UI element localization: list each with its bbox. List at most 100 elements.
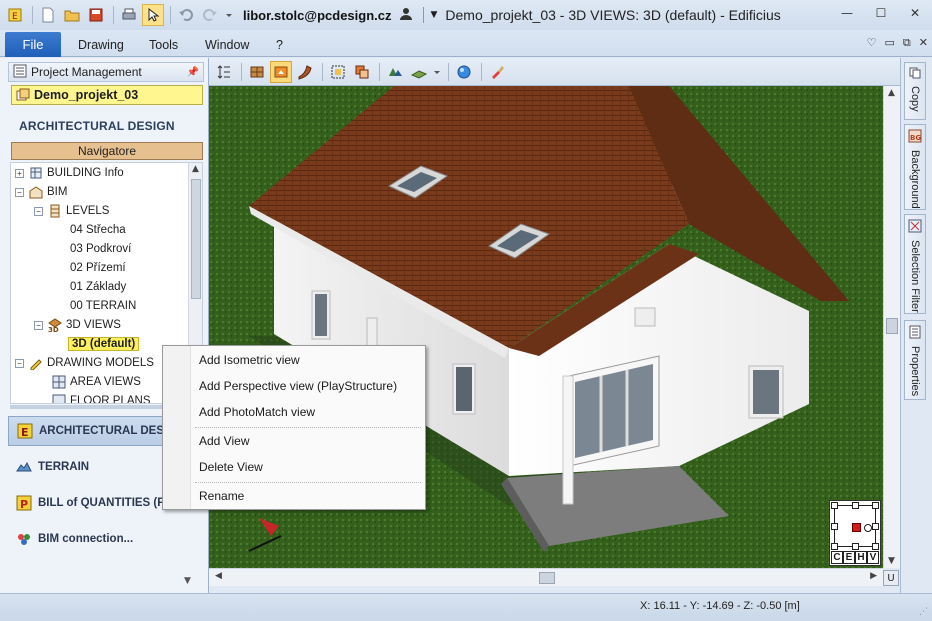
tree-item-floor-plans[interactable]: FLOOR PLANS	[51, 392, 151, 403]
tree-item-level[interactable]: 01 Základy	[70, 278, 126, 296]
menu-tools[interactable]: Tools	[149, 38, 178, 52]
horizontal-scroll-thumb[interactable]	[539, 572, 555, 584]
scroll-right-icon[interactable]: ▶	[870, 571, 877, 581]
menu-bar: File Drawing Tools Window ? ♡ ▭ ⧉ ✕	[0, 30, 932, 57]
undo-icon[interactable]	[175, 4, 197, 26]
tree-item-level[interactable]: 03 Podkroví	[70, 240, 131, 258]
menu-add-photomatch-view[interactable]: Add PhotoMatch view	[199, 405, 315, 419]
view-cube-handle[interactable]	[852, 543, 859, 550]
tree-scroll-thumb[interactable]	[191, 179, 201, 299]
app-icon[interactable]: E	[4, 4, 26, 26]
close-icon[interactable]: ✕	[898, 0, 932, 26]
section-box-icon[interactable]	[351, 61, 373, 83]
tab-copy[interactable]: Copy	[904, 62, 926, 120]
file-menu[interactable]: File	[5, 32, 61, 57]
menu-add-view[interactable]: Add View	[199, 434, 249, 448]
resize-grip-icon[interactable]: ⋰	[919, 607, 928, 617]
save-icon[interactable]	[85, 4, 107, 26]
tree-item-3d-default[interactable]: 3D (default)	[68, 335, 140, 353]
view-cube-handle[interactable]	[872, 502, 879, 509]
view-cube-center[interactable]	[852, 523, 861, 532]
minimize-icon[interactable]: —	[830, 0, 864, 26]
navigator-button[interactable]: Navigatore	[11, 142, 203, 160]
view-cube-handle[interactable]	[852, 502, 859, 509]
view-cube-handle[interactable]	[831, 543, 838, 550]
view-cube-letter-e[interactable]: E	[843, 551, 855, 564]
sky-sphere-icon[interactable]	[453, 61, 475, 83]
viewport-vertical-scrollbar[interactable]: ▲ ▼	[883, 86, 900, 568]
tree-item-bim[interactable]: − BIM	[15, 183, 67, 201]
menu-add-perspective-view[interactable]: Add Perspective view (PlayStructure)	[199, 379, 397, 393]
vertical-scroll-thumb[interactable]	[886, 318, 898, 334]
expand-icon[interactable]: +	[15, 168, 24, 178]
qat-dropdown-icon[interactable]	[223, 4, 235, 26]
tree-item-level[interactable]: 04 Střecha	[70, 221, 126, 239]
scroll-down-icon[interactable]: ▼	[888, 556, 895, 566]
tree-item-area-views[interactable]: AREA VIEWS	[51, 373, 141, 391]
menu-delete-view[interactable]: Delete View	[199, 460, 263, 474]
mdi-close-icon[interactable]: ✕	[919, 36, 928, 50]
menu-help[interactable]: ?	[276, 38, 283, 52]
tree-item-levels[interactable]: − LEVELS	[34, 202, 109, 220]
collapse-icon[interactable]: −	[34, 320, 43, 330]
roof-render-icon[interactable]	[294, 61, 316, 83]
open-folder-icon[interactable]	[61, 4, 83, 26]
project-name: Demo_projekt_03	[34, 88, 139, 102]
view-cube-grid[interactable]	[831, 502, 879, 550]
menu-rename[interactable]: Rename	[199, 489, 244, 503]
scroll-left-icon[interactable]: ◀	[215, 571, 222, 581]
collapse-icon[interactable]: −	[34, 206, 43, 216]
view-cube-widget[interactable]: C E H V	[829, 500, 881, 566]
maximize-icon[interactable]: ☐	[864, 0, 898, 26]
pin-icon[interactable]: 📌	[187, 67, 199, 78]
user-account[interactable]: libor.stolc@pcdesign.cz	[243, 8, 391, 23]
scroll-up-icon[interactable]: ▲	[888, 88, 895, 98]
tree-item-level[interactable]: 02 Přízemí	[70, 259, 126, 277]
view-cube-handle[interactable]	[872, 523, 879, 530]
textured-render-icon[interactable]	[246, 61, 268, 83]
paint-brush-icon[interactable]	[486, 61, 508, 83]
tab-properties[interactable]: Properties	[904, 320, 926, 400]
user-icon[interactable]	[399, 7, 413, 24]
scroll-corner-button[interactable]: U	[883, 570, 899, 586]
viewport-horizontal-scrollbar[interactable]: ◀ ▶	[209, 568, 883, 586]
project-name-box[interactable]: Demo_projekt_03	[11, 85, 203, 105]
print-icon[interactable]	[118, 4, 140, 26]
view-cube-letter-c[interactable]: C	[831, 551, 843, 564]
tree-item-level[interactable]: 00 TERRAIN	[70, 297, 136, 315]
mdi-minimize-icon[interactable]: ▭	[885, 36, 895, 50]
view-cube-letter-v[interactable]: V	[867, 551, 879, 564]
svg-text:E: E	[12, 12, 18, 22]
menu-drawing[interactable]: Drawing	[78, 38, 124, 52]
scroll-up-icon[interactable]: ▲	[192, 164, 199, 174]
tree-item-3d-views[interactable]: − 3D 3D VIEWS	[34, 316, 121, 334]
title-dropdown-icon[interactable]: ▼	[430, 10, 437, 20]
terrain-view-icon[interactable]	[408, 61, 430, 83]
module-scroll-down-icon[interactable]: ▼	[184, 576, 191, 586]
tree-item-drawing-models[interactable]: − DRAWING MODELS	[15, 354, 154, 372]
view-options-dropdown-icon[interactable]	[432, 61, 442, 83]
menu-separator	[195, 482, 421, 483]
view-cube-orbit[interactable]	[864, 524, 872, 532]
zoom-extents-icon[interactable]	[327, 61, 349, 83]
view-cube-handle[interactable]	[872, 543, 879, 550]
tab-background[interactable]: BG Background	[904, 124, 926, 210]
view-cube-handle[interactable]	[831, 523, 838, 530]
mdi-restore-icon[interactable]: ⧉	[903, 36, 911, 50]
ribbon-collapse-icon[interactable]: ♡	[867, 36, 877, 50]
tree-item-building-info[interactable]: + BUILDING Info	[15, 164, 124, 182]
menu-add-isometric-view[interactable]: Add Isometric view	[199, 353, 300, 367]
menu-window[interactable]: Window	[205, 38, 249, 52]
select-pointer-icon[interactable]	[142, 4, 164, 26]
tab-selection-filter[interactable]: Selection Filter	[904, 214, 926, 314]
view-cube-letter-h[interactable]: H	[855, 551, 867, 564]
view-cube-handle[interactable]	[831, 502, 838, 509]
level-height-icon[interactable]	[213, 61, 235, 83]
collapse-icon[interactable]: −	[15, 187, 24, 197]
new-file-icon[interactable]	[37, 4, 59, 26]
module-bim-connection[interactable]: BIM connection...	[8, 524, 204, 554]
shaded-render-icon[interactable]	[270, 60, 292, 83]
collapse-icon[interactable]: −	[15, 358, 24, 368]
camera-view-icon[interactable]	[384, 61, 406, 83]
redo-icon[interactable]	[199, 4, 221, 26]
